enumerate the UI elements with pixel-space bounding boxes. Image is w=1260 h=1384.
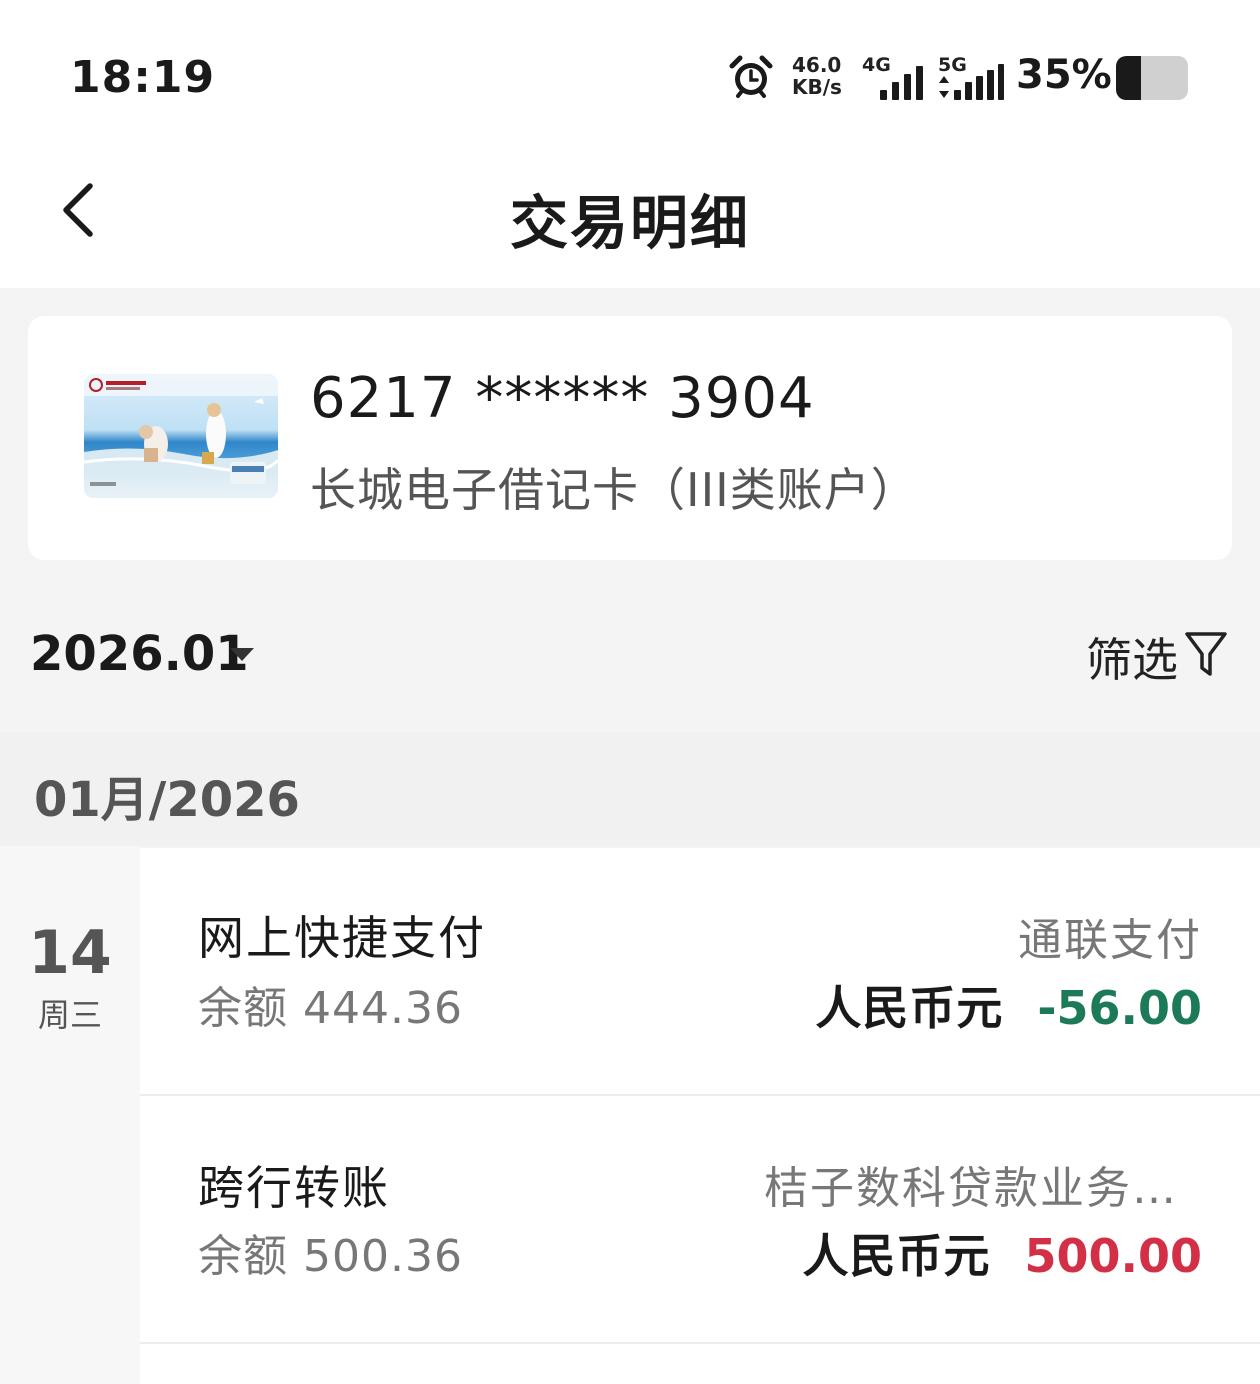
currency-label: 人民币元: [802, 1229, 991, 1283]
month-section-label: 01月/2026: [34, 772, 300, 828]
card-type: 长城电子借记卡（III类账户）: [310, 463, 918, 517]
filter-button[interactable]: 筛选: [1086, 624, 1178, 690]
transaction-name: 跨行转账: [198, 1161, 390, 1215]
alarm-icon: [729, 55, 773, 98]
transaction-row[interactable]: [140, 1096, 1260, 1342]
transaction-balance: 余额 444.36: [198, 983, 463, 1034]
amount-value: -56.00: [1037, 981, 1202, 1035]
weekday-label: 周三: [37, 996, 102, 1034]
battery-icon: [1116, 56, 1188, 100]
transaction-balance: 余额 500.36: [198, 1231, 463, 1282]
battery-level-fill: [1116, 56, 1142, 100]
transaction-name: 网上快捷支付: [198, 911, 486, 965]
transaction-counterparty: 通联支付: [1018, 915, 1202, 966]
signal-4g-icon: 4G: [862, 54, 932, 100]
transaction-amount: 人民币元 -56.00: [815, 972, 1202, 1038]
net-speed-value: 46.0: [792, 53, 842, 77]
status-time: 18:19: [70, 52, 216, 103]
transaction-row[interactable]: [140, 1344, 1260, 1384]
amount-value: 500.00: [1024, 1229, 1202, 1283]
bank-card-image: [84, 374, 278, 498]
currency-label: 人民币元: [815, 981, 1004, 1035]
page-title: 交易明细: [509, 189, 750, 257]
day-number: 14: [28, 918, 112, 988]
signal-5g-icon: 5G: [938, 54, 1008, 100]
battery-percent: 35%: [1016, 52, 1112, 98]
card-number: 6217 ****** 3904: [310, 366, 815, 431]
funnel-icon[interactable]: [1184, 630, 1228, 678]
transaction-amount: 人民币元 500.00: [802, 1220, 1202, 1286]
transaction-row[interactable]: [140, 848, 1260, 1094]
month-selector[interactable]: 2026.01: [30, 626, 249, 682]
transaction-counterparty: 桔子数科贷款业务…: [764, 1163, 1178, 1214]
caret-down-icon[interactable]: [230, 648, 254, 661]
net-speed: 46.0 KB/s: [792, 54, 842, 98]
net-speed-unit: KB/s: [792, 75, 842, 99]
